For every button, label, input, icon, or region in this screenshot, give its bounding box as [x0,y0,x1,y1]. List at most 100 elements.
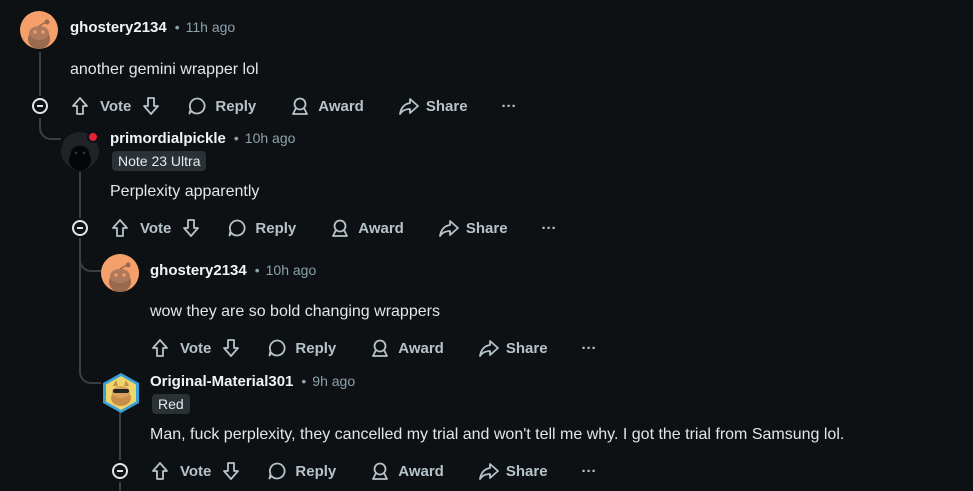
comment-author[interactable]: ghostery2134 • 11h ago [70,19,235,36]
thread-line [79,172,81,218]
online-status-dot [87,131,99,143]
upvote-button[interactable] [150,338,170,358]
timestamp[interactable]: 10h ago [266,262,317,278]
comment-author[interactable]: ghostery2134 • 10h ago [150,262,316,279]
vote-label: Vote [140,219,172,237]
share-icon [398,98,419,115]
award-label: Award [398,462,444,480]
award-button[interactable]: Award [370,338,444,358]
award-label: Award [398,339,444,357]
separator-dot: • [233,130,239,146]
reply-label: Reply [255,219,297,237]
avatar[interactable] [101,254,139,292]
thread-line [39,52,41,96]
collapse-thread-button[interactable] [112,463,128,479]
award-label: Award [318,97,364,115]
username[interactable]: ghostery2134 [70,19,167,36]
collapse-thread-button[interactable] [72,220,88,236]
upvote-button[interactable] [110,218,130,238]
comment-text: Perplexity apparently [110,183,260,200]
comment-actions: Vote Reply Award Share ··· [150,333,597,363]
snoo-hexagon-avatar-icon [103,373,139,413]
comment-bubble-icon [189,97,206,115]
share-button[interactable]: Share [398,96,468,116]
share-icon [438,220,459,237]
snoo-avatar-icon [20,11,58,49]
thread-line [119,412,121,460]
reply-button[interactable]: Reply [187,96,256,116]
upvote-button[interactable] [150,461,170,481]
comment-author[interactable]: Original-Material301 • 9h ago [150,373,355,390]
comment-text: Man, fuck perplexity, they cancelled my … [150,426,845,443]
upvote-button[interactable] [70,96,90,116]
more-options-button[interactable]: ··· [582,340,597,357]
upvote-icon [72,97,88,115]
comment-bubble-icon [269,462,286,480]
thread-line [119,482,121,491]
share-button[interactable]: Share [478,461,548,481]
award-button[interactable]: Award [330,218,404,238]
downvote-icon [223,462,240,480]
downvote-button[interactable] [181,218,201,238]
timestamp[interactable]: 9h ago [312,373,355,389]
share-label: Share [505,462,548,480]
comment-bubble-icon [269,339,286,357]
comment-author[interactable]: primordialpickle • 10h ago [110,130,295,147]
collapse-thread-button[interactable] [32,98,48,114]
username[interactable]: ghostery2134 [150,262,247,279]
award-icon [372,339,389,357]
reply-button[interactable]: Reply [267,461,336,481]
reply-button[interactable]: Reply [227,218,296,238]
award-button[interactable]: Award [290,96,364,116]
share-icon [478,340,499,357]
award-icon [332,219,349,237]
downvote-button[interactable] [141,96,161,116]
award-icon [292,97,309,115]
vote-label: Vote [180,462,212,480]
award-label: Award [358,219,404,237]
share-icon [478,463,499,480]
thread-connector [79,342,101,384]
more-options-icon: ··· [501,97,517,115]
comment-text: another gemini wrapper lol [70,61,259,78]
downvote-icon [223,339,240,357]
downvote-button[interactable] [221,461,241,481]
separator-dot: • [254,262,260,278]
upvote-icon [152,339,168,357]
avatar[interactable] [20,11,58,49]
downvote-button[interactable] [221,338,241,358]
separator-dot: • [174,19,180,35]
downvote-icon [143,97,160,115]
comment-bubble-icon [229,219,246,237]
award-icon [372,462,389,480]
share-button[interactable]: Share [478,338,548,358]
timestamp[interactable]: 10h ago [245,130,296,146]
more-options-button[interactable]: ··· [502,98,517,115]
share-label: Share [505,339,548,357]
share-button[interactable]: Share [438,218,508,238]
comment-actions: Vote Reply Award Share ··· [110,213,557,243]
reply-label: Reply [215,97,257,115]
upvote-icon [152,462,168,480]
username[interactable]: primordialpickle [110,130,226,147]
award-button[interactable]: Award [370,461,444,481]
reply-label: Reply [295,339,337,357]
separator-dot: • [301,373,307,389]
more-options-icon: ··· [581,462,597,480]
timestamp[interactable]: 11h ago [186,19,236,35]
avatar[interactable] [101,372,139,413]
upvote-icon [112,219,128,237]
thread-connector [79,238,101,272]
reply-label: Reply [295,462,337,480]
vote-label: Vote [100,97,132,115]
more-options-button[interactable]: ··· [542,220,557,237]
username[interactable]: Original-Material301 [150,373,293,390]
user-flair: Red [152,394,190,414]
comment-actions: Vote Reply Award Share ··· [70,91,517,121]
user-flair: Note 23 Ultra [112,151,207,171]
reply-button[interactable]: Reply [267,338,336,358]
more-options-button[interactable]: ··· [582,463,597,480]
comment-text: wow they are so bold changing wrappers [150,303,440,320]
comment-actions: Vote Reply Award Share ··· [150,456,597,486]
snoo-avatar-icon [101,254,139,292]
